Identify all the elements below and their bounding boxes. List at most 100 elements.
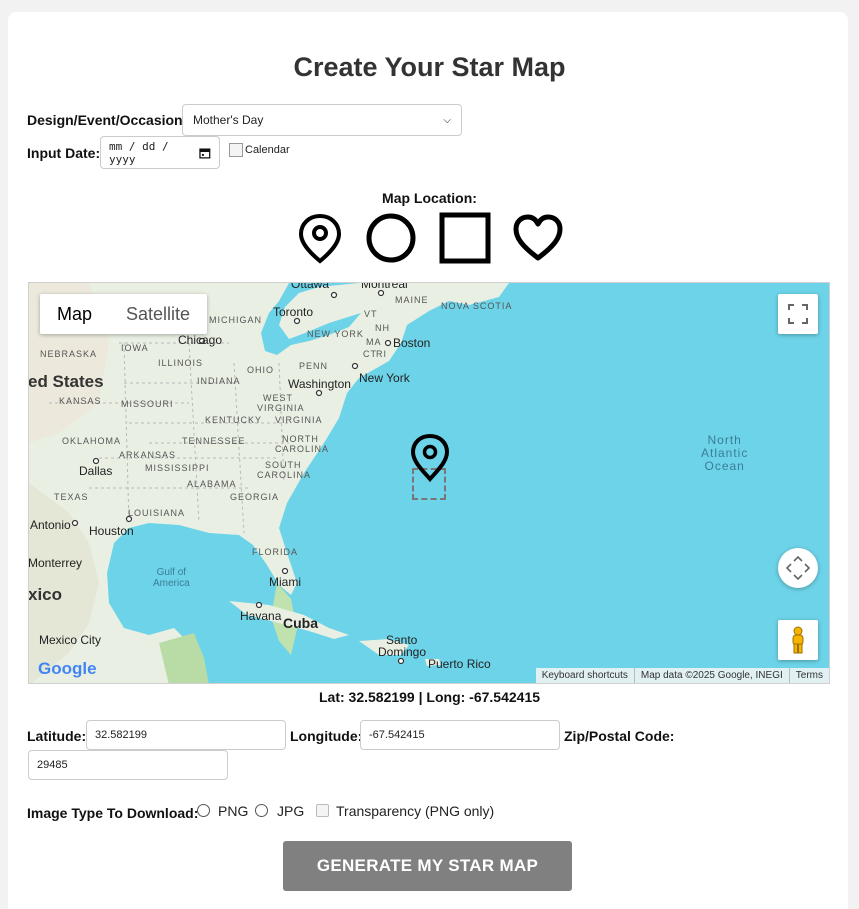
map-label-montreal: Montreal [361, 282, 408, 291]
map-label-havana: Havana [240, 609, 282, 623]
broken-image-icon [229, 143, 243, 157]
map-label-michigan: MICHIGAN [209, 315, 262, 325]
map-data-credit: Map data ©2025 Google, INEGI [633, 668, 789, 683]
map-label-ocean-line3: Ocean [704, 459, 745, 473]
zip-value: 29485 [37, 759, 68, 771]
pan-control-button[interactable] [778, 548, 818, 588]
chevron-down-icon: ⌵ [443, 114, 451, 126]
map-label-virginia: VIRGINIA [275, 415, 323, 425]
keyboard-shortcuts-link[interactable]: Keyboard shortcuts [536, 668, 634, 683]
square-icon[interactable] [439, 212, 491, 264]
map-label-alabama: ALABAMA [187, 479, 237, 489]
date-input[interactable]: mm / dd / yyyy [100, 136, 220, 169]
fullscreen-icon [788, 304, 808, 324]
calendar-image[interactable]: Calendar [229, 143, 290, 157]
zip-input[interactable]: 29485 [28, 750, 228, 780]
map-label-xico: xico [28, 585, 63, 604]
map-label-oklahoma: OKLAHOMA [62, 436, 122, 446]
fullscreen-button[interactable] [778, 294, 818, 334]
location-marker-icon[interactable] [409, 433, 451, 485]
map-label-chicago: Chicago [178, 333, 223, 347]
map-label-nebraska: NEBRASKA [40, 349, 98, 359]
design-select[interactable]: Mother's Day ⌵ [182, 104, 462, 136]
map-label-united-states: ed States [28, 372, 104, 391]
google-logo-text: Google [38, 659, 97, 678]
terms-link[interactable]: Terms [788, 668, 829, 683]
map-label-tennessee: TENNESSEE [182, 436, 246, 446]
map-view[interactable]: Ottawa Montreal MAINE NOVA SCOTIA MICHIG… [28, 282, 830, 684]
map-label-texas: TEXAS [54, 492, 89, 502]
map-label-boston: Boston [393, 336, 431, 350]
design-label: Design/Event/Occasion: [27, 112, 188, 128]
zip-label: Zip/Postal Code: [564, 728, 675, 744]
map-label-maine: MAINE [395, 295, 429, 305]
png-option-label: PNG [218, 803, 249, 819]
map-label-cuba: Cuba [283, 615, 318, 631]
map-label-new-york-state: NEW YORK [307, 329, 364, 339]
map-label-vt: VT [364, 309, 378, 319]
latitude-label: Latitude: [27, 728, 87, 744]
page-title: Create Your Star Map [293, 52, 566, 82]
map-label-arkansas: ARKANSAS [119, 450, 177, 460]
circle-icon[interactable] [365, 212, 417, 264]
map-label-carolina-s: CAROLINA [257, 470, 312, 480]
map-label-gulf: Gulf of America [153, 567, 190, 589]
map-label-domingo: Domingo [378, 645, 427, 659]
map-label-gulf-line1: Gulf of [156, 567, 187, 578]
map-label-ma: MA [366, 337, 382, 347]
pan-arrows-icon [785, 555, 811, 581]
pin-icon[interactable] [294, 212, 346, 264]
map-location-shapes [290, 212, 570, 268]
map-label-ri: RI [376, 349, 387, 359]
map-label-dallas: Dallas [79, 464, 113, 478]
map-label-carolina-n: CAROLINA [275, 444, 330, 454]
map-location-label: Map Location: [382, 190, 477, 206]
jpg-option-label: JPG [277, 803, 305, 819]
map-label-missouri: MISSOURI [121, 399, 174, 409]
map-label-iowa: IOWA [121, 343, 149, 353]
latitude-value: 32.582199 [95, 729, 147, 741]
map-label-florida: FLORIDA [252, 547, 299, 557]
map-type-toggle: Map Satellite [40, 294, 208, 334]
map-label-toronto: Toronto [273, 305, 314, 319]
map-label-ottawa: Ottawa [291, 282, 330, 291]
png-radio[interactable] [197, 804, 210, 817]
calendar-icon[interactable] [199, 147, 211, 159]
map-type-map-button[interactable]: Map [40, 294, 109, 334]
map-label-mississippi: MISSISSIPPI [145, 463, 210, 473]
download-type-label: Image Type To Download: [27, 805, 199, 821]
map-label-north: NORTH [282, 434, 319, 444]
street-view-button[interactable] [778, 620, 818, 660]
transparency-label: Transparency (PNG only) [336, 803, 495, 819]
map-label-mexico-city: Mexico City [39, 633, 102, 647]
longitude-input[interactable]: -67.542415 [360, 720, 560, 750]
map-label-miami: Miami [269, 575, 301, 589]
map-label-kansas: KANSAS [59, 396, 102, 406]
transparency-checkbox[interactable] [316, 804, 329, 817]
map-label-ohio: OHIO [247, 365, 275, 375]
map-label-nova-scotia: NOVA SCOTIA [441, 301, 513, 311]
map-label-antonio: Antonio [30, 518, 71, 532]
google-logo[interactable]: Google [38, 659, 97, 679]
jpg-radio[interactable] [255, 804, 268, 817]
map-type-satellite-button[interactable]: Satellite [109, 294, 207, 334]
map-label-nh: NH [375, 323, 390, 333]
date-label: Input Date: [27, 145, 101, 161]
pegman-icon [792, 626, 804, 654]
longitude-label: Longitude: [290, 728, 363, 744]
map-label-puerto-rico: Puerto Rico [428, 657, 491, 671]
map-label-kentucky: KENTUCKY [205, 415, 263, 425]
heart-icon[interactable] [512, 212, 564, 264]
map-label-ct: CT [363, 349, 377, 359]
generate-star-map-button[interactable]: GENERATE MY STAR MAP [283, 841, 572, 891]
map-label-west: WEST [263, 393, 293, 403]
map-label-illinois: ILLINOIS [158, 358, 204, 368]
latitude-input[interactable]: 32.582199 [86, 720, 286, 750]
map-label-penn: PENN [299, 361, 329, 371]
map-label-monterrey: Monterrey [28, 556, 83, 570]
date-placeholder: mm / dd / yyyy [109, 139, 169, 166]
coordinates-display: Lat: 32.582199 | Long: -67.542415 [318, 689, 541, 705]
map-label-houston: Houston [89, 524, 134, 538]
map-label-new-york: New York [359, 371, 410, 385]
map-attribution: Keyboard shortcuts Map data ©2025 Google… [535, 668, 829, 683]
